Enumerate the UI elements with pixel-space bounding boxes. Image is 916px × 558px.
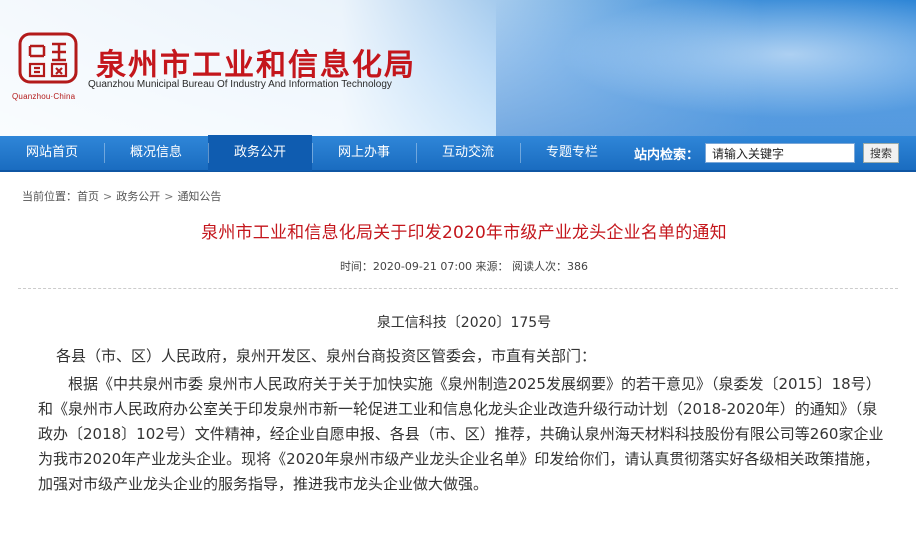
header-banner: Quanzhou·China 泉州市工业和信息化局 Quanzhou Munic… — [0, 0, 916, 136]
nav-item-online-services[interactable]: 网上办事 — [312, 135, 416, 171]
search-button[interactable]: 搜索 — [863, 143, 900, 163]
quanzhou-seal-logo — [18, 32, 78, 84]
nav-item-interaction[interactable]: 互动交流 — [416, 135, 520, 171]
site-subtitle: Quanzhou Municipal Bureau Of Industry An… — [88, 79, 392, 90]
breadcrumb-prefix: 当前位置： — [22, 190, 77, 203]
nav-item-government-affairs[interactable]: 政务公开 — [208, 135, 312, 171]
banner-skyline — [496, 0, 916, 136]
breadcrumb-separator: > — [103, 190, 113, 203]
breadcrumb-home[interactable]: 首页 — [77, 190, 99, 203]
content-area: 当前位置：首页 > 政务公开 > 通知公告 泉州市工业和信息化局关于印发2020年市级产… — [6, 178, 910, 558]
nav-item-special-topics[interactable]: 专题专栏 — [520, 135, 624, 171]
site-title[interactable]: 泉州市工业和信息化局 — [96, 40, 416, 84]
breadcrumb-separator: > — [164, 190, 174, 203]
nav-item-home[interactable]: 网站首页 — [0, 135, 104, 171]
search-label: 站内检索： — [634, 147, 700, 163]
main-navigation: 网站首页 概况信息 政务公开 网上办事 互动交流 专题专栏 站内检索： 搜索 — [0, 135, 916, 172]
breadcrumb: 当前位置：首页 > 政务公开 > 通知公告 — [22, 188, 221, 204]
article-salutation: 各县（市、区）人民政府，泉州开发区、泉州台商投资区管委会，市直有关部门： — [56, 347, 597, 365]
breadcrumb-government-affairs[interactable]: 政务公开 — [116, 190, 160, 203]
article-body: 根据《中共泉州市委 泉州市人民政府关于关于加快实施《泉州制造2025发展纲要》的… — [38, 375, 884, 493]
logo-caption: Quanzhou·China — [12, 92, 76, 101]
article-title: 泉州市工业和信息化局关于印发2020年市级产业龙头企业名单的通知 — [201, 223, 727, 243]
document-number: 泉工信科技〔2020〕175号 — [376, 315, 552, 331]
divider — [18, 288, 898, 289]
breadcrumb-notices[interactable]: 通知公告 — [177, 190, 221, 203]
article-meta: 时间：2020-09-21 07:00 来源： 阅读人次：386 — [339, 260, 589, 273]
search-input[interactable] — [705, 143, 856, 163]
nav-item-overview[interactable]: 概况信息 — [104, 135, 208, 171]
